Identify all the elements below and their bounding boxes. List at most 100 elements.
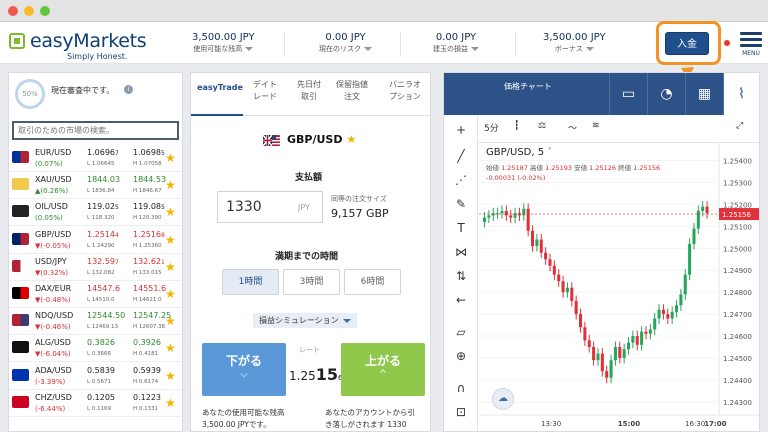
close-label: 終値 — [618, 164, 632, 172]
market-bid[interactable]: 119.025 — [87, 202, 119, 211]
favorite-star-icon[interactable]: ★ — [165, 396, 176, 410]
market-ask[interactable]: 1844.53 — [133, 175, 166, 184]
close-window-dot[interactable] — [8, 6, 18, 16]
stat-current-risk[interactable]: 0.00 JPY 現在のリスク — [319, 32, 372, 54]
market-row[interactable]: CHZ/USD (-6.44%) 0.1205 L 0.1169 0.1223 H 0.1… — [9, 390, 182, 417]
crosshair-icon[interactable]: + — [452, 123, 470, 137]
top-header: easyMarkets Simply Honest. 3,500.00 JPY … — [0, 22, 768, 64]
market-row[interactable]: NDQ/USD ▼(-0.46%) 12544.50 L 12469.13 12547.… — [9, 308, 182, 336]
market-search-input[interactable] — [12, 121, 179, 140]
buy-button[interactable]: 上がる ^ — [341, 343, 425, 396]
market-row[interactable]: EUR/USD (0.07%) 1.06967 L 1.06645 1.06985 H 1… — [9, 145, 182, 172]
stat-available-balance[interactable]: 3,500.00 JPY 使用可能な残高 — [192, 32, 255, 54]
balance-note: あなたの使用可能な残高 3,500.00 JPYです。 — [202, 407, 285, 431]
favorite-star-icon[interactable]: ★ — [165, 260, 176, 274]
market-ask[interactable]: 132.621 — [133, 257, 165, 266]
market-row[interactable]: XAU/USD ▲(0.26%) 1844.03 L 1836.84 1844.53 H … — [9, 172, 182, 200]
menu-button[interactable]: MENU — [740, 32, 762, 57]
chart-panel: 価格チャート ▭ ◔ ▦ ⌇ + ╱ ⋰ ✎ T ⋈ ⇅ ← ▱ ⊕ ∩ ⊡ 5… — [443, 72, 760, 432]
market-row[interactable]: ADA/USD (-3.39%) 0.5839 L 0.5671 0.5939 H 0.6… — [9, 363, 182, 390]
candle-body — [644, 331, 648, 334]
market-bid[interactable]: 14547.6 — [87, 284, 120, 293]
expiry-1h-button[interactable]: 1時間 — [222, 269, 279, 295]
language-flag-icon[interactable] — [724, 40, 730, 46]
market-ask[interactable]: 119.085 — [133, 202, 165, 211]
line-chart-icon[interactable]: ⌇ — [723, 73, 759, 115]
tab-pending-order[interactable]: 保留指値 注文 — [334, 79, 370, 103]
market-bid[interactable]: 0.1205 — [87, 393, 115, 402]
ticket-icon[interactable]: ▭ — [609, 73, 647, 115]
ruler-icon[interactable]: ▱ — [452, 325, 470, 339]
favorite-star-icon[interactable]: ★ — [165, 178, 176, 192]
market-ask[interactable]: 0.3926 — [133, 338, 161, 347]
calendar-icon[interactable]: ▦ — [685, 73, 723, 115]
favorite-star-icon[interactable]: ★ — [165, 205, 176, 219]
favorite-star-icon[interactable]: ★ — [165, 369, 176, 383]
candlestick-chart[interactable]: 1.254001.253001.252001.251001.250001.249… — [479, 143, 759, 431]
candle-type-icon[interactable]: ┇ — [514, 121, 519, 131]
trendline-icon[interactable]: ╱ — [452, 149, 470, 163]
pnl-simulation-dropdown[interactable]: 損益シミュレーション — [253, 313, 357, 328]
tab-daytrade[interactable]: デイト レード — [245, 79, 285, 103]
indicators-icon[interactable]: ⚖ — [538, 121, 546, 131]
market-bid[interactable]: 1.25144 — [87, 230, 119, 239]
wave-icon[interactable]: 〜 — [568, 121, 577, 134]
favorite-star-icon[interactable]: ★ — [165, 151, 176, 165]
market-bid[interactable]: 12544.50 — [87, 311, 125, 320]
zoom-icon[interactable]: ⊕ — [452, 349, 470, 363]
brush-icon[interactable]: ✎ — [452, 197, 470, 211]
market-bid[interactable]: 1844.03 — [87, 175, 120, 184]
logo-mark-icon — [9, 33, 25, 49]
price-tick-label: 1.25300 — [723, 179, 752, 187]
market-bid[interactable]: 1.06967 — [87, 148, 119, 157]
market-row[interactable]: OIL/USD (0.05%) 119.025 L 118.320 119.085 H 1… — [9, 199, 182, 227]
sell-button[interactable]: 下がる ⌵ — [202, 343, 286, 396]
gauge-icon[interactable]: ◔ — [647, 73, 685, 115]
market-row[interactable]: DAX/EUR ▼(-0.48%) 14547.6 L 14510.0 14551.6 H… — [9, 281, 182, 308]
favorite-star-icon[interactable]: ★ — [165, 314, 176, 328]
maximize-window-dot[interactable] — [40, 6, 50, 16]
fullscreen-icon[interactable]: ⤢ — [736, 121, 743, 131]
template-icon[interactable]: ≋ — [592, 121, 600, 131]
amount-input[interactable]: 1330 JPY — [217, 191, 323, 223]
timeframe-button[interactable]: 5分 — [484, 121, 499, 134]
magnet-icon[interactable]: ∩ — [452, 381, 470, 395]
favorite-star-icon[interactable]: ★ — [165, 233, 176, 247]
candle-body — [661, 309, 665, 315]
brand-name: easyMarkets — [30, 30, 147, 52]
favorite-star-icon[interactable]: ★ — [165, 341, 176, 355]
market-bid[interactable]: 0.3826 — [87, 338, 115, 347]
market-row[interactable]: USD/JPY ▼(0.32%) 132.597 L 132.082 132.621 H … — [9, 254, 182, 281]
text-icon[interactable]: T — [452, 221, 470, 235]
market-bid[interactable]: 0.5839 — [87, 366, 115, 375]
pattern-icon[interactable]: ⋈ — [452, 245, 470, 259]
expiry-3h-button[interactable]: 3時間 — [283, 269, 340, 295]
stat-position-pnl[interactable]: 0.00 JPY 建玉の損益 — [433, 32, 479, 54]
market-ask[interactable]: 1.25168 — [133, 230, 165, 239]
market-ask[interactable]: 14551.6 — [133, 284, 166, 293]
market-ask[interactable]: 0.5939 — [133, 366, 161, 375]
info-icon[interactable]: i — [124, 85, 133, 94]
market-bid[interactable]: 132.597 — [87, 257, 119, 266]
market-ask[interactable]: 1.06985 — [133, 148, 165, 157]
expiry-6h-button[interactable]: 6時間 — [344, 269, 401, 295]
lock-icon[interactable]: ⊡ — [452, 405, 470, 419]
amount-label: 支払額 — [295, 173, 323, 183]
tab-forward[interactable]: 先日付 取引 — [291, 79, 327, 103]
cloud-icon[interactable]: ☁ — [492, 388, 514, 410]
market-row[interactable]: ALG/USD ▼(-6.04%) 0.3826 L 0.3666 0.3926 H 0.… — [9, 335, 182, 363]
favorite-star-icon[interactable]: ★ — [165, 287, 176, 301]
market-name: OIL/USD — [35, 202, 68, 212]
stat-bonus[interactable]: 3,500.00 JPY ボーナス — [543, 32, 606, 54]
minimize-window-dot[interactable] — [24, 6, 34, 16]
fib-icon[interactable]: ⋰ — [452, 173, 470, 187]
back-arrow-icon[interactable]: ← — [452, 293, 470, 307]
favorite-star-icon[interactable]: ★ — [346, 133, 356, 146]
market-row[interactable]: GBP/USD ▼(-0.05%) 1.25144 L 1.24290 1.25168 H… — [9, 227, 182, 254]
deposit-button[interactable]: 入金 — [665, 32, 709, 55]
tab-vanilla-option[interactable]: バニラオ プション — [382, 79, 428, 103]
measure-icon[interactable]: ⇅ — [452, 269, 470, 283]
market-ask[interactable]: 0.1223 — [133, 393, 161, 402]
simulation-label: 損益シミュレーション — [259, 316, 339, 325]
tab-easytrade[interactable]: easyTrade — [197, 82, 243, 94]
